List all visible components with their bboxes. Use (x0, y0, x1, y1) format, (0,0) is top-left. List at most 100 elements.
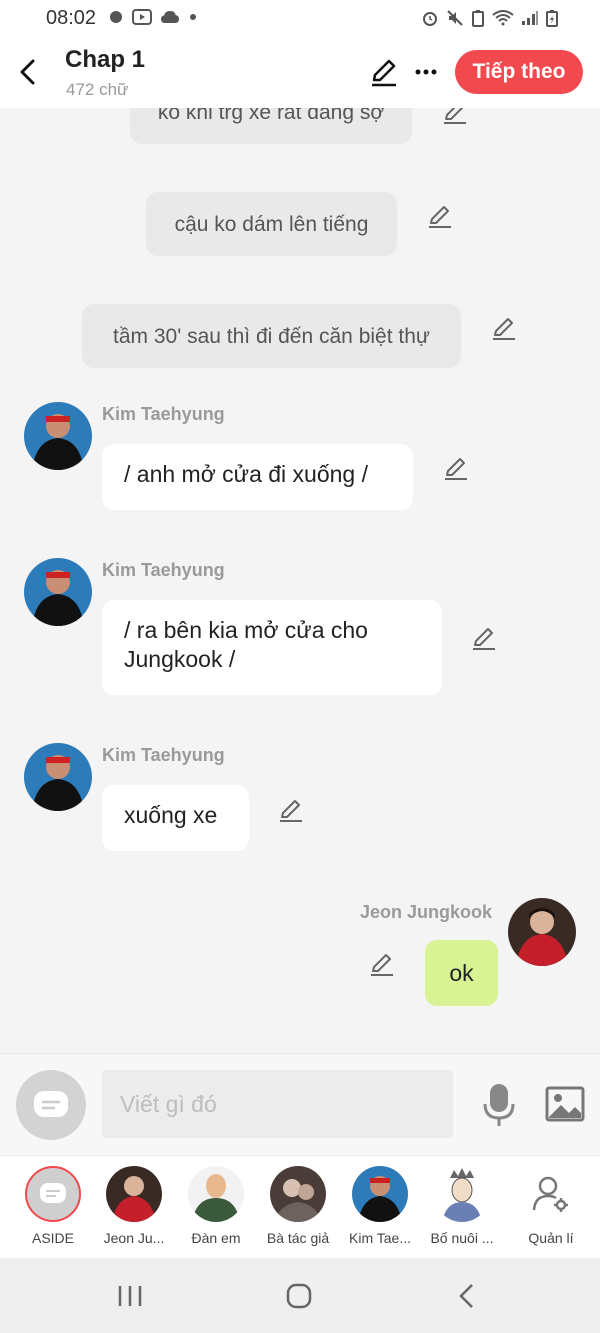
signal-icon (522, 11, 538, 25)
narration-text: tầm 30' sau thì đi đến căn biệt thự (113, 324, 430, 348)
character-label: Bà tác giả (266, 1230, 330, 1246)
dialogue-text: ok (449, 959, 474, 986)
settings-user-icon (532, 1176, 568, 1212)
narration-bubble[interactable]: cậu ko dám lên tiếng (146, 192, 397, 256)
chapter-header: Chap 1 472 chữ Tiếp theo (0, 36, 600, 108)
nav-back-button[interactable] (446, 1276, 486, 1316)
avatar-image (508, 898, 576, 966)
narration-bubble[interactable]: ko khi trg xe rất đáng sợ (130, 108, 412, 144)
character-aside[interactable]: ASIDE (12, 1166, 94, 1246)
character-label: Bố nuôi ... (430, 1230, 494, 1246)
status-left-icons (108, 9, 198, 25)
narration-text: cậu ko dám lên tiếng (174, 212, 369, 236)
nav-back-icon (459, 1284, 473, 1308)
battery-saver-icon (472, 10, 484, 27)
avatar-kim-taehyung[interactable] (24, 558, 92, 626)
mute-icon (447, 10, 463, 26)
dialogue-text: / ra bên kia mở cửa cho Jungkook / (124, 617, 368, 672)
avatar-image (434, 1166, 490, 1222)
narration-text: ko khi trg xe rất đáng sợ (157, 108, 385, 124)
character-bo-nuoi[interactable]: Bố nuôi ... (421, 1166, 503, 1246)
speech-bubble-icon (40, 1183, 66, 1203)
back-icon (20, 59, 35, 85)
character-avatar (352, 1166, 408, 1222)
character-bar: ASIDE Jeon Ju... Đàn em Bà tác giả Kim T… (0, 1155, 600, 1258)
home-button[interactable] (279, 1276, 319, 1316)
word-count: 472 chữ (66, 80, 129, 99)
character-avatar (188, 1166, 244, 1222)
avatar-image (352, 1166, 408, 1222)
avatar-kim-taehyung[interactable] (24, 402, 92, 470)
pencil-icon[interactable] (368, 950, 396, 978)
avatar-image (270, 1166, 326, 1222)
character-kim-taehyung[interactable]: Kim Tae... (339, 1166, 421, 1246)
pencil-icon (372, 59, 396, 87)
character-label: Đàn em (191, 1230, 241, 1246)
pencil-icon[interactable] (470, 624, 498, 652)
composer-bar (0, 1053, 600, 1155)
dialogue-bubble[interactable]: xuống xe (102, 785, 249, 851)
manage-avatar (523, 1166, 579, 1222)
status-time: 08:02 (46, 7, 97, 29)
avatar-image (24, 402, 92, 470)
home-icon (286, 1283, 312, 1309)
character-label: ASIDE (31, 1230, 74, 1246)
avatar-image (24, 743, 92, 811)
pencil-icon[interactable] (277, 796, 305, 824)
character-avatar (270, 1166, 326, 1222)
character-jeon-jungkook[interactable]: Jeon Ju... (93, 1166, 175, 1246)
next-chapter-button[interactable]: Tiếp theo (455, 50, 583, 94)
pencil-icon[interactable] (441, 108, 469, 126)
voice-input-button[interactable] (482, 1082, 516, 1128)
character-label: Jeon Ju... (103, 1230, 165, 1246)
insert-image-button[interactable] (545, 1084, 585, 1124)
cloud-notification-icon (161, 11, 179, 23)
character-ba-tac-gia[interactable]: Bà tác giả (257, 1166, 339, 1246)
message-input[interactable] (102, 1070, 453, 1138)
speaker-name: Kim Taehyung (102, 404, 225, 424)
dialogue-text: xuống xe (124, 802, 218, 828)
speaker-name: Kim Taehyung (102, 745, 225, 765)
narration-bubble[interactable]: tầm 30' sau thì đi đến căn biệt thự (82, 304, 461, 368)
avatar-image (106, 1166, 162, 1222)
dialogue-bubble[interactable]: / ra bên kia mở cửa cho Jungkook / (102, 600, 442, 695)
edit-chapter-button[interactable] (368, 56, 400, 88)
narration-mode-button[interactable] (16, 1070, 86, 1140)
speaker-name: Jeon Jungkook (360, 902, 493, 922)
character-dan-em[interactable]: Đàn em (175, 1166, 257, 1246)
dot-icon (190, 14, 196, 20)
avatar-kim-taehyung[interactable] (24, 743, 92, 811)
youtube-notification-icon (132, 9, 152, 25)
chat-notification-icon (110, 11, 122, 23)
character-label: Kim Tae... (349, 1230, 411, 1246)
speaker-name: Kim Taehyung (102, 560, 225, 580)
wifi-icon (492, 10, 514, 26)
system-nav-bar (0, 1258, 600, 1333)
pencil-icon[interactable] (442, 454, 470, 482)
character-avatar (106, 1166, 162, 1222)
recent-apps-button[interactable] (110, 1276, 150, 1316)
chapter-title: Chap 1 (65, 46, 146, 73)
more-options-button[interactable] (410, 56, 442, 88)
pencil-icon[interactable] (426, 202, 454, 230)
aside-avatar (25, 1166, 81, 1222)
alarm-icon (423, 12, 437, 26)
more-icon (415, 69, 437, 75)
battery-icon (546, 10, 558, 27)
character-label: Quản lí (528, 1230, 574, 1246)
dialogue-bubble[interactable]: / anh mở cửa đi xuống / (102, 444, 413, 510)
dialogue-text: / anh mở cửa đi xuống / (124, 461, 368, 487)
manage-characters-button[interactable]: Quản lí (510, 1166, 592, 1246)
chat-area[interactable]: ko khi trg xe rất đáng sợ cậu ko dám lên… (0, 108, 600, 1053)
avatar-jeon-jungkook[interactable] (508, 898, 576, 966)
status-right-icons (421, 9, 558, 27)
mic-icon (483, 1084, 515, 1126)
status-bar: 08:02 (0, 0, 600, 36)
pencil-icon[interactable] (490, 314, 518, 342)
back-button[interactable] (12, 54, 42, 90)
avatar-image (24, 558, 92, 626)
own-dialogue-bubble[interactable]: ok (425, 940, 498, 1006)
avatar-image (188, 1166, 244, 1222)
character-avatar (434, 1166, 490, 1222)
image-icon (545, 1086, 585, 1122)
